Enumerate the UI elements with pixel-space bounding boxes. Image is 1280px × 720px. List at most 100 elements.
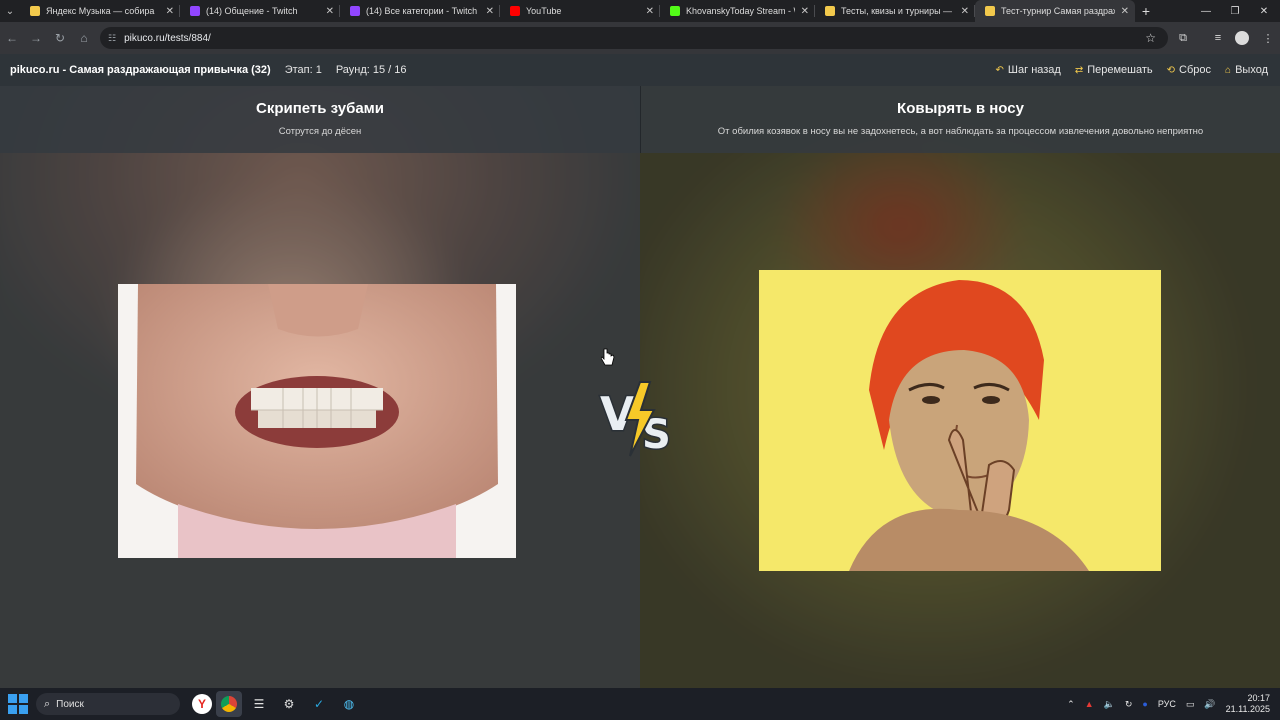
volume-icon[interactable]: 🔊 [1204, 699, 1215, 710]
taskbar-search-placeholder: Поиск [56, 698, 84, 710]
bookmark-star-icon[interactable]: ☆ [1145, 31, 1156, 45]
browser-tab[interactable]: (14) Общение - Twitch ✕ [180, 0, 340, 22]
tab-strip: ⌄ Яндекс Музыка — собира ✕ (14) Общение - … [0, 0, 1280, 22]
page-title: pikuco.ru - Самая раздражающая привычка … [10, 64, 271, 76]
browser-tab[interactable]: Яндекс Музыка — собира ✕ [20, 0, 180, 22]
speaker-tray-icon[interactable]: 🔈 [1104, 699, 1115, 710]
media-control-icon[interactable]: ≡ [1207, 27, 1229, 49]
tab-favicon-icon [350, 6, 360, 16]
option-left[interactable]: Скрипеть зубами Сотрутся до дёсен [0, 86, 640, 688]
site-info-icon[interactable]: ☷ [108, 33, 116, 44]
browser-menu-icon[interactable]: ⋮ [1257, 27, 1279, 49]
tab-close-icon[interactable]: ✕ [486, 6, 494, 17]
header-action-reset-button[interactable]: ⟲ Сброс [1167, 64, 1211, 76]
taskbar-search-box[interactable]: ⌕ Поиск [36, 693, 180, 715]
tab-favicon-icon [510, 6, 520, 16]
home-icon[interactable]: ⌂ [72, 26, 96, 50]
chrome-icon[interactable] [216, 691, 242, 717]
header-action-label: Выход [1235, 64, 1268, 76]
language-indicator[interactable]: РУС [1158, 699, 1176, 709]
forward-icon[interactable]: → [24, 26, 48, 50]
tab-close-icon[interactable]: ✕ [166, 6, 174, 17]
home-icon: ⌂ [1225, 64, 1232, 76]
reset-icon: ⟲ [1166, 64, 1176, 76]
warning-tray-icon[interactable]: ▲ [1085, 699, 1094, 709]
browser-tab[interactable]: Тесты, квизы и турниры — Pi ✕ [815, 0, 975, 22]
tab-search-chevron-icon[interactable]: ⌄ [0, 0, 20, 22]
header-actions: ↶ Шаг назад ⇄ Перемешать ⟲ Сброс ⌂ Выход [996, 54, 1268, 86]
header-action-label: Сброс [1179, 64, 1212, 76]
right-option-description: От обилия козявок в носу вы не задохнете… [717, 126, 1204, 137]
header-action-undo-button[interactable]: ↶ Шаг назад [996, 64, 1061, 76]
sync-tray-icon[interactable]: ↻ [1125, 699, 1133, 710]
tab-favicon-icon [190, 6, 200, 16]
new-tab-button[interactable]: + [1135, 3, 1157, 19]
left-option-image[interactable] [118, 284, 516, 558]
option-right[interactable]: Ковырять в носу От обилия козявок в носу… [640, 86, 1280, 688]
tab-close-icon[interactable]: ✕ [961, 6, 969, 17]
browser-tab[interactable]: YouTube ✕ [500, 0, 660, 22]
clock[interactable]: 20:17 21.11.2025 [1226, 693, 1270, 715]
vs-badge: V S [596, 378, 682, 460]
tab-close-icon[interactable]: ✕ [326, 6, 334, 17]
steam-icon[interactable]: ⚙ [276, 691, 302, 717]
vk-app-icon[interactable]: ✓ [306, 691, 332, 717]
tab-title: Тест-турнир Самая раздража [1001, 6, 1115, 16]
shuffle-icon: ⇄ [1074, 64, 1084, 76]
tab-favicon-icon [30, 6, 40, 16]
minimize-icon[interactable]: — [1190, 0, 1222, 22]
header-action-shuffle-button[interactable]: ⇄ Перемешать [1075, 64, 1153, 76]
tab-close-icon[interactable]: ✕ [1121, 6, 1129, 17]
right-option-title: Ковырять в носу [897, 100, 1024, 117]
right-option-card: Ковырять в носу От обилия козявок в носу… [640, 86, 1280, 153]
tab-favicon-icon [825, 6, 835, 16]
back-icon[interactable]: ← [0, 26, 24, 50]
bluetooth-tray-icon[interactable]: ● [1142, 699, 1147, 709]
system-tray: ⌃ ▲ 🔈 ↻ ● РУС ▭ 🔊 20:17 21.11.2025 [1067, 688, 1270, 720]
round-indicator: Раунд: 15 / 16 [335, 64, 407, 76]
os-taskbar: ⌕ Поиск Y ☰ ⚙ ✓ ◍ ⌃ ▲ 🔈 ↻ ● РУС ▭ 🔊 20:1… [0, 688, 1280, 720]
tab-close-icon[interactable]: ✕ [801, 6, 809, 17]
windows-start-icon[interactable] [8, 694, 28, 714]
browser-tab[interactable]: Тест-турнир Самая раздража ✕ [975, 0, 1135, 22]
site-header: pikuco.ru - Самая раздражающая привычка … [0, 54, 1280, 86]
tab-title: YouTube [526, 6, 562, 16]
globe-app-icon[interactable]: ◍ [336, 691, 362, 717]
maximize-icon[interactable]: ❐ [1219, 0, 1251, 22]
header-action-label: Перемешать [1087, 64, 1153, 76]
url-field[interactable]: ☷ pikuco.ru/tests/884/ ☆ [100, 27, 1168, 49]
address-bar-row: ← → ↻ ⌂ ☷ pikuco.ru/tests/884/ ☆ [0, 22, 1280, 54]
left-option-card: Скрипеть зубами Сотрутся до дёсен [0, 86, 640, 153]
tab-favicon-icon [670, 6, 680, 16]
reload-icon[interactable]: ↻ [48, 26, 72, 50]
network-icon[interactable]: ▭ [1186, 699, 1195, 710]
mouse-cursor-icon [601, 348, 615, 366]
tray-chevron-icon[interactable]: ⌃ [1067, 699, 1075, 710]
left-option-title: Скрипеть зубами [255, 100, 384, 117]
tab-title: Яндекс Музыка — собира [46, 6, 155, 16]
header-action-label: Шаг назад [1007, 64, 1061, 76]
browser-tab[interactable]: KhovanskyToday Stream - Wat ✕ [660, 0, 815, 22]
url-text: pikuco.ru/tests/884/ [124, 32, 211, 44]
right-option-image[interactable] [759, 270, 1161, 571]
tab-favicon-icon [985, 6, 995, 16]
tab-title: Тесты, квизы и турниры — Pi [841, 6, 955, 16]
close-window-icon[interactable]: ✕ [1248, 0, 1280, 22]
profile-avatar-icon[interactable] [1231, 27, 1253, 49]
matchup-stage: Скрипеть зубами Сотрутся до дёсен Ковыря… [0, 86, 1280, 688]
clock-date: 21.11.2025 [1225, 704, 1270, 714]
header-action-home-button[interactable]: ⌂ Выход [1225, 64, 1268, 76]
clock-time: 20:17 [1247, 693, 1270, 703]
stacked-app-icon[interactable]: ☰ [246, 691, 272, 717]
extensions-icon[interactable]: ⧉ [1172, 27, 1194, 49]
tab-title: KhovanskyToday Stream - Wat [686, 6, 795, 16]
tab-title: (14) Все категории - Twitch [366, 6, 478, 16]
tab-close-icon[interactable]: ✕ [646, 6, 654, 17]
yandex-browser-icon[interactable]: Y [192, 694, 212, 714]
stage-indicator: Этап: 1 [284, 64, 322, 76]
browser-tab[interactable]: (14) Все категории - Twitch ✕ [340, 0, 500, 22]
search-icon: ⌕ [44, 697, 51, 710]
tab-title: (14) Общение - Twitch [206, 6, 298, 16]
left-option-description: Сотрутся до дёсен [278, 126, 362, 137]
undo-icon: ↶ [995, 64, 1004, 76]
